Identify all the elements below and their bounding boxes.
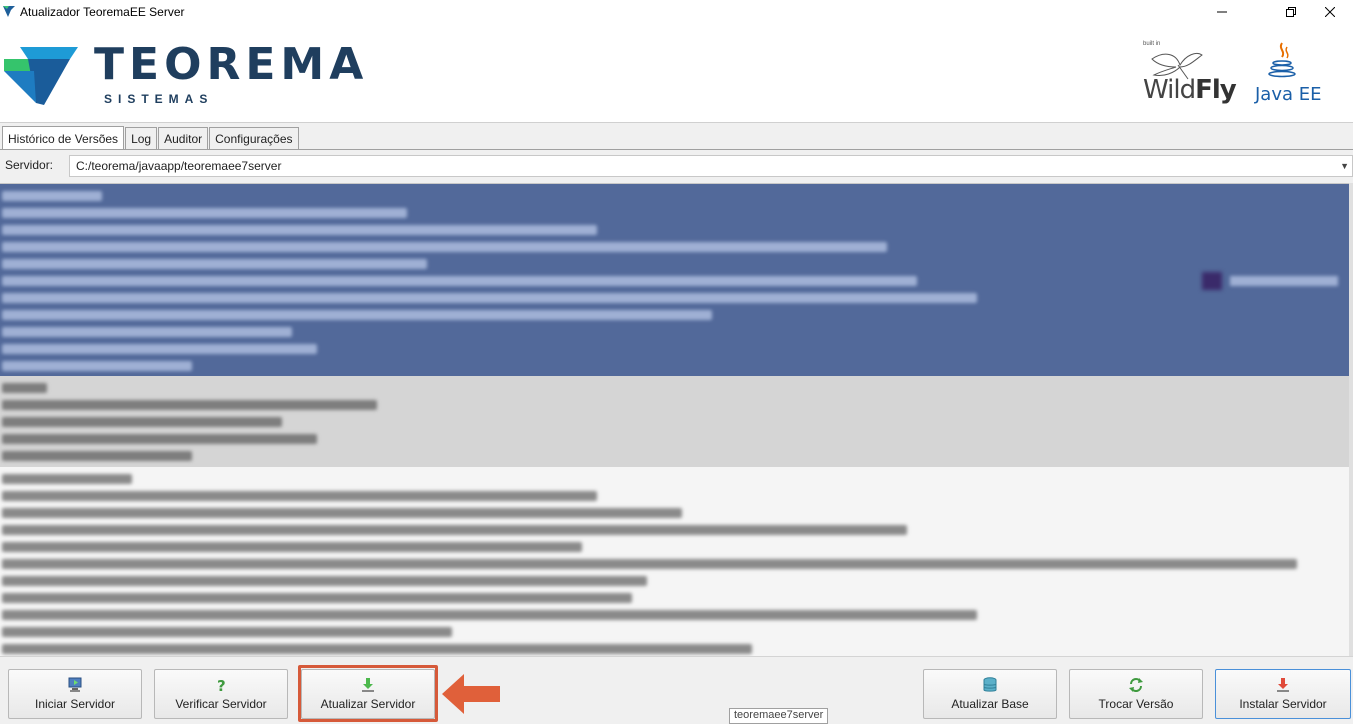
list-item[interactable] xyxy=(0,376,1349,467)
brand-name: TEOREMA xyxy=(94,39,369,90)
instalar-servidor-label: Instalar Servidor xyxy=(1239,697,1327,711)
tab-log[interactable]: Log xyxy=(125,127,158,149)
teorema-logo-icon xyxy=(4,47,78,105)
left-arrow-icon xyxy=(442,674,500,714)
server-start-icon xyxy=(68,677,82,692)
question-mark-icon: ? xyxy=(217,677,226,693)
tab-bar: Histórico de Versões Log Auditor Configu… xyxy=(2,126,300,150)
atualizar-base-button[interactable]: Atualizar Base xyxy=(923,669,1057,719)
server-label: Servidor: xyxy=(5,158,54,172)
java-cup-icon xyxy=(1268,42,1296,78)
current-version-badge xyxy=(1202,272,1338,290)
swap-arrows-icon xyxy=(1129,678,1143,692)
restore-icon xyxy=(1286,6,1296,17)
atualizar-highlight-box xyxy=(298,665,438,722)
wildfly-logo-text: WildFly xyxy=(1143,75,1237,105)
trocar-versao-button[interactable]: Trocar Versão xyxy=(1069,669,1203,719)
list-item[interactable] xyxy=(0,467,1349,656)
tab-configuracoes[interactable]: Configurações xyxy=(209,127,299,149)
minimize-button[interactable] xyxy=(1199,0,1245,23)
download-red-icon xyxy=(1277,678,1289,692)
verificar-servidor-button[interactable]: ? Verificar Servidor xyxy=(154,669,288,719)
version-history-list[interactable] xyxy=(0,183,1349,656)
close-icon xyxy=(1325,6,1335,17)
verificar-servidor-label: Verificar Servidor xyxy=(175,697,267,711)
tab-panel-border xyxy=(0,149,1353,150)
brand-subtitle: SISTEMAS xyxy=(104,92,214,106)
server-select[interactable]: C:/teorema/javaapp/teoremaee7server ▼ xyxy=(69,155,1353,177)
close-button[interactable] xyxy=(1307,0,1353,23)
atualizar-base-label: Atualizar Base xyxy=(951,697,1029,711)
trocar-versao-label: Trocar Versão xyxy=(1098,697,1174,711)
server-tooltip: teoremaee7server xyxy=(729,708,829,724)
app-window: Atualizador TeoremaEE Server TEOREMA SIS… xyxy=(0,0,1353,724)
database-icon xyxy=(983,677,997,692)
wildfly-built-in: built in xyxy=(1143,41,1161,47)
svg-text:?: ? xyxy=(217,677,226,693)
tab-auditor[interactable]: Auditor xyxy=(158,127,209,149)
instalar-servidor-button[interactable]: Instalar Servidor xyxy=(1215,669,1351,719)
iniciar-servidor-label: Iniciar Servidor xyxy=(34,697,116,711)
title-bar: Atualizador TeoremaEE Server xyxy=(0,0,1353,23)
vertical-scrollbar[interactable] xyxy=(1349,183,1353,656)
tab-historico-versoes[interactable]: Histórico de Versões xyxy=(2,126,125,150)
server-select-value: C:/teorema/javaapp/teoremaee7server xyxy=(76,159,282,173)
current-version-icon xyxy=(1202,272,1222,290)
teorema-app-icon xyxy=(3,6,15,17)
action-toolbar: Iniciar Servidor ? Verificar Servidor At… xyxy=(0,656,1353,724)
minimize-icon xyxy=(1217,11,1227,12)
chevron-down-icon[interactable]: ▼ xyxy=(1340,161,1349,171)
logo-header: TEOREMA SISTEMAS built in WildFly Java E… xyxy=(0,23,1353,123)
iniciar-servidor-button[interactable]: Iniciar Servidor xyxy=(8,669,142,719)
javaee-logo-text: Java EE xyxy=(1255,84,1322,105)
list-item-selected[interactable] xyxy=(0,184,1349,376)
window-title: Atualizador TeoremaEE Server xyxy=(20,5,185,19)
